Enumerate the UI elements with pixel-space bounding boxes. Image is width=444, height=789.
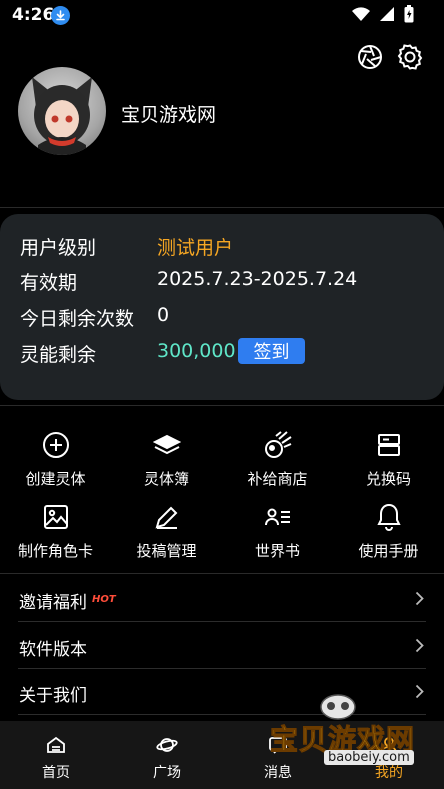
battery-icon [404, 5, 414, 27]
user-level-label: 用户级别 [20, 237, 97, 259]
user-list-icon [263, 502, 293, 532]
grid-item-shop[interactable]: 补给商店 [222, 430, 333, 500]
grid-item-submissions[interactable]: 投稿管理 [111, 502, 222, 572]
chevron-right-icon [415, 591, 424, 610]
grid-item-label: 补给商店 [247, 470, 308, 488]
energy-label: 灵能剩余 [20, 344, 97, 366]
grid-item-label: 制作角色卡 [17, 542, 93, 560]
divider [18, 714, 426, 715]
nav-label: 我的 [375, 765, 403, 781]
remaining-count-value: 0 [157, 304, 170, 326]
home-icon [46, 735, 66, 759]
remaining-count-label: 今日剩余次数 [20, 308, 135, 330]
grid-item-label: 灵体簿 [143, 470, 189, 488]
divider [0, 573, 444, 574]
grid-item-create[interactable]: 创建灵体 [0, 430, 111, 500]
planet-icon [156, 735, 178, 759]
grid-item-label: 世界书 [254, 542, 300, 560]
nav-messages[interactable]: 消息 [238, 735, 318, 782]
bottom-nav: 首页 广场 消息 我的 [0, 721, 444, 789]
grid-item-worldbook[interactable]: 世界书 [222, 502, 333, 572]
divider [18, 621, 426, 622]
grid-item-label: 兑换码 [365, 470, 411, 488]
menu-item-version[interactable]: 软件版本 [0, 623, 444, 669]
bell-icon [374, 502, 404, 532]
nav-home[interactable]: 首页 [16, 735, 96, 782]
message-icon [268, 735, 288, 759]
validity-label: 有效期 [20, 272, 78, 294]
aperture-icon[interactable] [356, 43, 384, 71]
status-time: 4:26 [12, 5, 55, 25]
grid-item-book[interactable]: 灵体簿 [111, 430, 222, 500]
edit-icon [152, 502, 182, 532]
user-level-value: 测试用户 [157, 237, 234, 259]
divider [0, 207, 444, 208]
image-icon [41, 502, 71, 532]
chevron-right-icon [415, 638, 424, 657]
plus-circle-icon [41, 430, 71, 460]
grid-item-label: 使用手册 [358, 542, 419, 560]
menu-item-about[interactable]: 关于我们 [0, 669, 444, 715]
comet-icon [263, 430, 293, 460]
gear-icon[interactable] [396, 43, 424, 71]
menu-item-label: 关于我们 [19, 686, 87, 706]
nav-square[interactable]: 广场 [127, 735, 207, 782]
validity-value: 2025.7.23-2025.7.24 [157, 268, 358, 290]
grid-item-character-card[interactable]: 制作角色卡 [0, 502, 111, 572]
hot-badge: HOT [92, 594, 116, 605]
grid-item-redeem[interactable]: 兑换码 [333, 430, 444, 500]
grid-item-label: 创建灵体 [25, 470, 86, 488]
nav-label: 消息 [264, 765, 292, 781]
download-icon [51, 6, 70, 25]
username: 宝贝游戏网 [121, 104, 217, 126]
menu-item-label: 软件版本 [19, 640, 87, 660]
nav-mine[interactable]: 我的 [349, 735, 429, 782]
nav-label: 广场 [153, 765, 181, 781]
energy-value: 300,000 [157, 340, 236, 362]
menu-item-label: 邀请福利 [19, 593, 87, 613]
top-actions [356, 43, 424, 71]
grid-item-label: 投稿管理 [136, 542, 197, 560]
nav-label: 首页 [42, 765, 70, 781]
chevron-right-icon [415, 684, 424, 703]
signin-button[interactable]: 签到 [238, 338, 305, 364]
signal-icon [379, 6, 395, 26]
book-icon [152, 430, 182, 460]
divider [0, 405, 444, 406]
grid-item-manual[interactable]: 使用手册 [333, 502, 444, 572]
status-bar: 4:26 [0, 0, 444, 30]
profile-icon [379, 735, 399, 759]
wifi-icon [352, 6, 370, 26]
redeem-ticket-icon [374, 430, 404, 460]
menu-item-invite[interactable]: 邀请福利 HOT [0, 576, 444, 622]
avatar[interactable] [18, 67, 106, 155]
